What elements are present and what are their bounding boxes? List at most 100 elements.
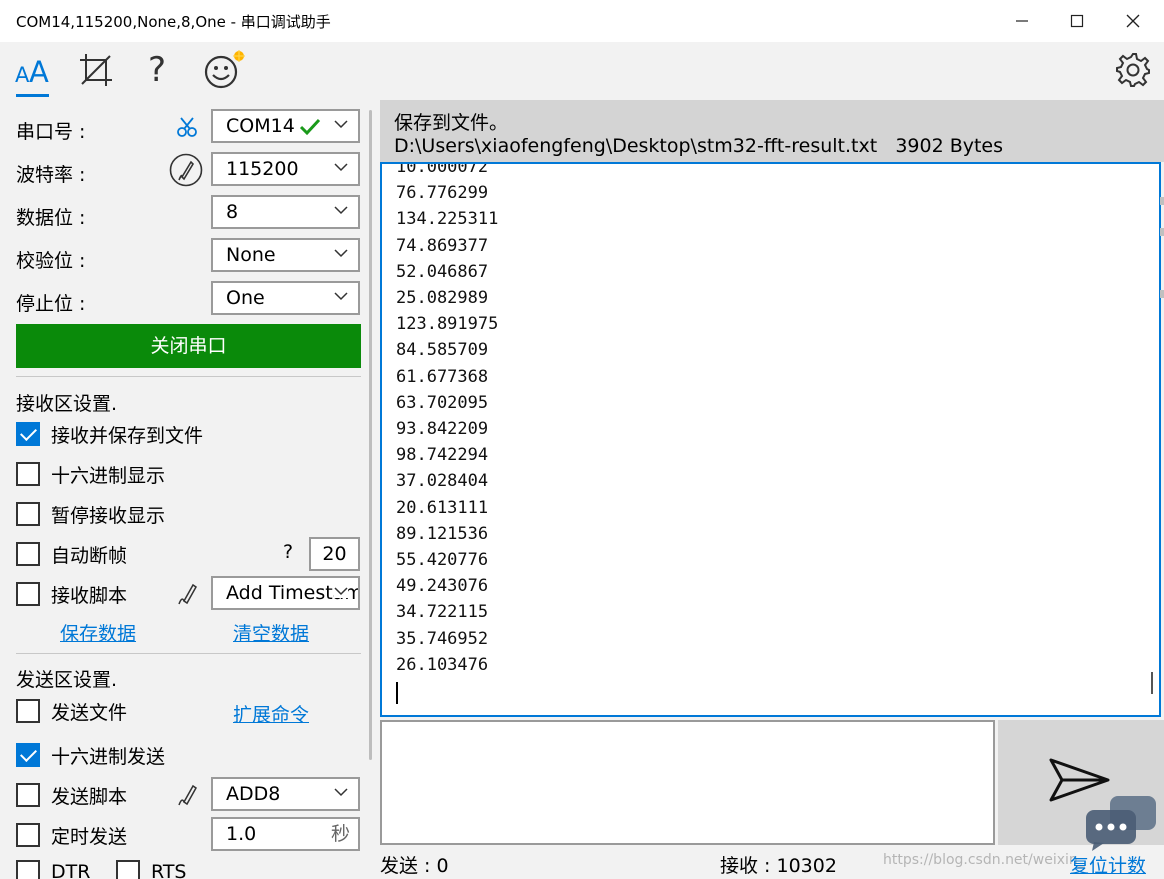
hex-display-option[interactable]: 十六进制显示	[16, 460, 165, 488]
chevron-down-icon	[334, 203, 348, 217]
send-file-option[interactable]: 发送文件	[16, 697, 127, 725]
received-line: 52.046867	[396, 259, 498, 285]
auto-frame-timeout-input[interactable]: 20	[309, 537, 360, 571]
hex-send-option[interactable]: 十六进制发送	[16, 741, 165, 769]
timed-send-checkbox[interactable]	[16, 823, 40, 847]
auto-frame-checkbox[interactable]	[16, 542, 40, 566]
received-count: 接收 : 10302	[720, 851, 837, 878]
received-line: 10.000072	[396, 162, 498, 180]
received-line: 37.028404	[396, 468, 498, 494]
close-icon	[1126, 14, 1140, 28]
received-line: 74.869377	[396, 233, 498, 259]
send-button[interactable]	[998, 720, 1164, 845]
scroll-marker	[1160, 197, 1164, 205]
active-tab-indicator	[16, 94, 49, 97]
close-port-button[interactable]: 关闭串口	[16, 324, 361, 368]
maximize-button[interactable]	[1050, 0, 1104, 42]
send-script-select[interactable]: ADD8	[211, 777, 360, 811]
databits-label: 数据位 :	[16, 203, 85, 230]
send-script-label: 发送脚本	[51, 782, 127, 809]
settings-icon[interactable]	[1113, 50, 1153, 90]
rts-checkbox[interactable]	[116, 860, 140, 879]
hex-display-checkbox[interactable]	[16, 462, 40, 486]
received-line: 49.243076	[396, 573, 498, 599]
receive-script-select[interactable]: Add Timestamp	[211, 576, 360, 610]
save-to-file-checkbox[interactable]	[16, 422, 40, 446]
received-data-list: 10.00007276.776299134.22531174.86937752.…	[396, 162, 498, 678]
divider	[16, 376, 361, 377]
received-line: 134.225311	[396, 206, 498, 232]
connected-check-icon	[299, 118, 321, 136]
chevron-down-icon	[334, 246, 348, 260]
font-size-icon[interactable]: A A	[14, 50, 50, 90]
send-textarea[interactable]	[380, 720, 995, 845]
receive-script-option[interactable]: 接收脚本	[16, 580, 127, 608]
text-cursor	[396, 682, 398, 704]
clear-data-link[interactable]: 清空数据	[233, 619, 309, 646]
received-line: 55.420776	[396, 547, 498, 573]
parity-label: 校验位 :	[16, 246, 85, 273]
rts-option[interactable]: RTS	[116, 858, 187, 879]
save-data-link[interactable]: 保存数据	[60, 619, 136, 646]
receive-script-checkbox[interactable]	[16, 582, 40, 606]
send-script-checkbox[interactable]	[16, 783, 40, 807]
auto-frame-label: 自动断帧	[51, 541, 127, 568]
pause-display-checkbox[interactable]	[16, 502, 40, 526]
pause-display-label: 暂停接收显示	[51, 501, 165, 528]
received-line: 25.082989	[396, 285, 498, 311]
send-script-option[interactable]: 发送脚本	[16, 781, 127, 809]
baud-select[interactable]: 115200	[211, 152, 360, 186]
timed-unit-label: 秒	[331, 819, 350, 849]
timed-send-option[interactable]: 定时发送	[16, 821, 127, 849]
receive-script-edit-icon[interactable]	[174, 580, 202, 608]
minimize-button[interactable]	[995, 0, 1049, 42]
received-line: 34.722115	[396, 599, 498, 625]
receive-section-title: 接收区设置.	[16, 389, 117, 416]
auto-frame-option[interactable]: 自动断帧	[16, 540, 127, 568]
received-line: 123.891975	[396, 311, 498, 337]
svg-text:A: A	[29, 55, 49, 88]
send-section-title: 发送区设置.	[16, 665, 117, 692]
send-file-checkbox[interactable]	[16, 699, 40, 723]
minimize-icon	[1015, 14, 1029, 28]
dtr-label: DTR	[51, 861, 90, 879]
sent-count: 发送 : 0	[380, 851, 449, 878]
hex-display-label: 十六进制显示	[51, 461, 165, 488]
chevron-down-icon	[334, 160, 348, 174]
port-refresh-icon[interactable]	[172, 112, 202, 142]
received-line: 63.702095	[396, 390, 498, 416]
chevron-down-icon	[334, 289, 348, 303]
settings-scrollbar[interactable]	[369, 110, 372, 760]
save-status-text: 保存到文件。	[394, 108, 508, 135]
parity-select[interactable]: None	[211, 238, 360, 272]
stopbits-select[interactable]: One	[211, 281, 360, 315]
pause-display-option[interactable]: 暂停接收显示	[16, 500, 165, 528]
databits-select[interactable]: 8	[211, 195, 360, 229]
port-select[interactable]: COM14	[211, 109, 360, 143]
timed-interval-input[interactable]: 1.0 秒	[211, 817, 360, 851]
send-script-edit-icon[interactable]	[174, 781, 202, 809]
received-line: 93.842209	[396, 416, 498, 442]
dtr-option[interactable]: DTR	[16, 858, 90, 879]
extend-command-link[interactable]: 扩展命令	[233, 700, 309, 727]
toolbar: A A ?	[0, 42, 1164, 100]
maximize-icon	[1070, 14, 1084, 28]
baud-edit-icon[interactable]	[168, 152, 204, 188]
chevron-down-icon	[334, 584, 348, 598]
reset-count-link[interactable]: 复位计数	[1070, 851, 1146, 878]
help-icon[interactable]: ?	[142, 50, 172, 90]
receive-textarea[interactable]: 10.00007276.776299134.22531174.86937752.…	[380, 162, 1161, 717]
received-line: 76.776299	[396, 180, 498, 206]
save-to-file-option[interactable]: 接收并保存到文件	[16, 420, 203, 448]
emoji-icon[interactable]	[202, 50, 250, 90]
dtr-checkbox[interactable]	[16, 860, 40, 879]
receive-scrollbar[interactable]	[1151, 672, 1153, 694]
close-button[interactable]	[1106, 0, 1160, 42]
crop-icon[interactable]	[77, 50, 115, 90]
watermark-text: https://blog.csdn.net/weixin_	[883, 852, 1085, 868]
auto-frame-help-icon[interactable]: ?	[283, 541, 293, 563]
received-line: 35.746952	[396, 626, 498, 652]
file-size-text: 3902 Bytes	[895, 135, 1003, 157]
scroll-marker	[1160, 228, 1164, 236]
hex-send-checkbox[interactable]	[16, 743, 40, 767]
